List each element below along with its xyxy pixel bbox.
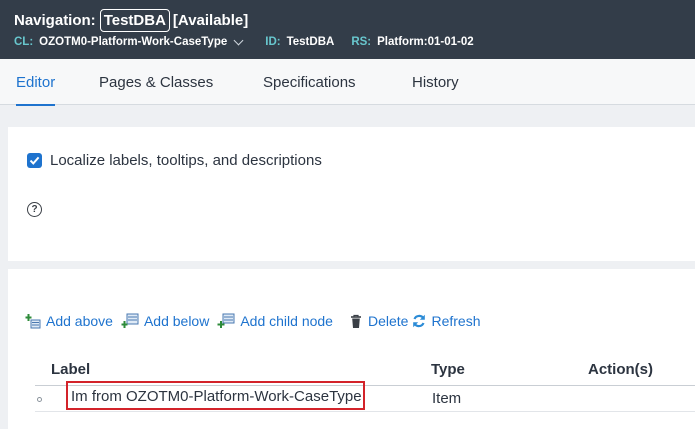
help-icon[interactable]: ?: [27, 202, 42, 217]
refresh-icon: [413, 314, 426, 328]
localize-checkbox[interactable]: [27, 153, 42, 168]
add-above-label: Add above: [46, 313, 113, 329]
navigation-tree-panel: Add above Add below Add child node Delet…: [8, 269, 695, 429]
tree-node-bullet-icon: [37, 397, 42, 402]
table-row[interactable]: Im from OZOTM0-Platform-Work-CaseType It…: [35, 381, 695, 412]
add-below-icon: [121, 313, 139, 328]
tab-history[interactable]: History: [412, 59, 459, 105]
add-below-label: Add below: [143, 313, 210, 329]
add-above-icon: [25, 314, 41, 329]
node-label-cell[interactable]: Im from OZOTM0-Platform-Work-CaseType: [66, 381, 365, 410]
class-key: CL:: [14, 36, 34, 48]
ruleset-value: Platform:01-01-02: [377, 36, 474, 48]
localize-label: Localize labels, tooltips, and descripti…: [50, 152, 322, 169]
rule-title: Navigation: TestDBA [Available]: [14, 9, 248, 32]
add-child-node-icon: [217, 313, 235, 328]
refresh-label: Refresh: [431, 313, 481, 329]
add-below-button[interactable]: Add below: [121, 313, 209, 329]
rule-status-badge: [Available]: [172, 12, 249, 29]
add-child-node-button[interactable]: Add child node: [217, 313, 333, 329]
tab-bar: Editor Pages & Classes Specifications Hi…: [0, 59, 695, 106]
rule-header: Navigation: TestDBA [Available] CL: OZOT…: [0, 0, 695, 59]
id-key: ID:: [265, 36, 281, 48]
chevron-down-icon[interactable]: [233, 35, 244, 45]
class-value[interactable]: OZOTM0-Platform-Work-CaseType: [39, 36, 227, 48]
tab-editor[interactable]: Editor: [16, 59, 56, 106]
ruleset-key: RS:: [351, 36, 372, 48]
tab-specifications[interactable]: Specifications: [263, 59, 356, 105]
tab-pages-classes[interactable]: Pages & Classes: [99, 59, 213, 105]
column-header-actions: Action(s): [588, 361, 653, 378]
add-above-button[interactable]: Add above: [25, 313, 113, 329]
delete-button[interactable]: Delete: [349, 313, 408, 329]
delete-label: Delete: [367, 313, 409, 329]
id-value: TestDBA: [286, 36, 335, 48]
node-type-cell: Item: [432, 390, 462, 407]
add-child-node-label: Add child node: [240, 313, 333, 329]
rule-type-prefix: Navigation:: [14, 12, 96, 29]
rule-meta: CL: OZOTM0-Platform-Work-CaseType ID: Te…: [14, 35, 474, 48]
refresh-button[interactable]: Refresh: [412, 313, 480, 329]
rule-name-field[interactable]: TestDBA: [99, 9, 170, 32]
localize-option[interactable]: Localize labels, tooltips, and descripti…: [27, 152, 322, 169]
column-header-type: Type: [431, 361, 465, 378]
column-header-label: Label: [51, 361, 91, 378]
tree-toolbar: Add above Add below Add child node Delet…: [25, 313, 488, 329]
settings-panel: Localize labels, tooltips, and descripti…: [8, 127, 695, 261]
trash-icon: [350, 314, 361, 328]
